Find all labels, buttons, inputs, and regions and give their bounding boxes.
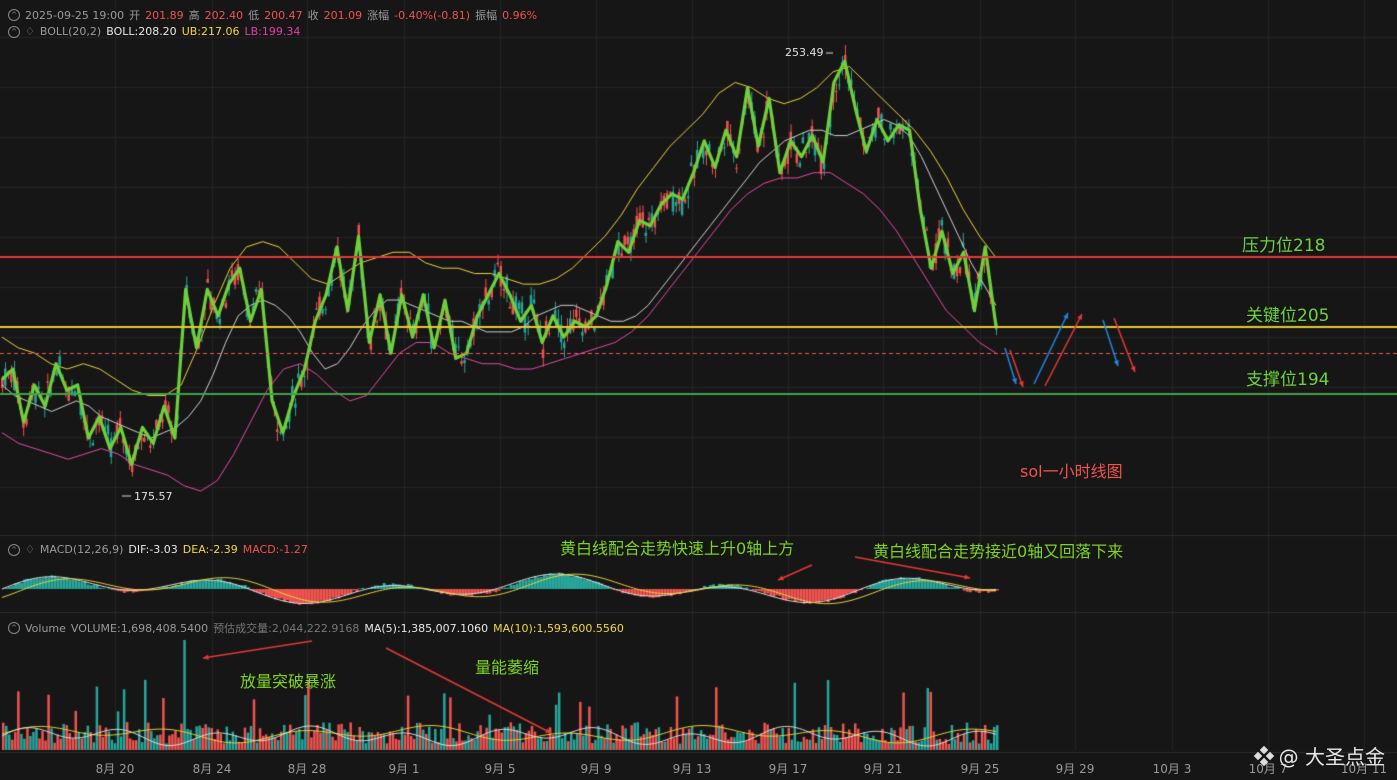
volume-ma5: MA(5):1,385,007.1060 xyxy=(364,621,489,635)
boll-name: BOLL(20,2) xyxy=(39,25,102,38)
change-label: 涨幅 xyxy=(367,9,390,22)
amplitude-label: 振幅 xyxy=(475,9,498,22)
chart-caption: sol一小时线图 xyxy=(1020,462,1123,481)
watermark: @ 大圣点金 xyxy=(1253,741,1385,770)
volume-note-breakout: 放量突破暴涨 xyxy=(240,672,337,691)
open-value: 201.89 xyxy=(145,8,184,22)
high-value: 202.40 xyxy=(204,8,244,22)
key-level-label: 关键位205 xyxy=(1246,306,1330,326)
macd-header: ^ ♢ MACD(12,26,9) DIF:-3.03 DEA:-2.39 MA… xyxy=(8,543,308,556)
x-tick: 9月 13 xyxy=(672,762,712,776)
close-value: 201.09 xyxy=(323,8,363,22)
amplitude-value: 0.96% xyxy=(502,8,538,22)
boll-ub-value: UB:217.06 xyxy=(181,25,240,38)
bell-icon[interactable]: ♢ xyxy=(25,543,35,556)
boll-lb-value: LB:199.34 xyxy=(244,25,301,38)
x-tick: 10月 3 xyxy=(1152,762,1192,776)
high-label: 高 xyxy=(188,9,200,22)
bell-icon[interactable]: ♢ xyxy=(25,25,35,38)
boll-header: ^ ♢ BOLL(20,2) BOLL:208.20 UB:217.06 LB:… xyxy=(8,25,300,38)
ohlc-header: ^ 2025-09-25 19:00 开 201.89 高 202.40 低 2… xyxy=(8,7,537,23)
collapse-icon[interactable]: ^ xyxy=(8,622,20,634)
candlestick-chart-canvas[interactable] xyxy=(0,0,1397,780)
change-value: -0.40%(-0.81) xyxy=(394,8,471,22)
macd-note-rise: 黄白线配合走势快速上升0轴上方 xyxy=(560,539,795,558)
volume-header: ^ Volume VOLUME:1,698,408.5400 预估成交量:2,0… xyxy=(8,620,624,636)
watermark-logo-icon xyxy=(1253,745,1274,766)
macd-dif-value: DIF:-3.03 xyxy=(128,543,178,556)
x-tick: 9月 9 xyxy=(580,762,612,776)
watermark-text: @ 大圣点金 xyxy=(1278,745,1385,769)
x-tick: 8月 20 xyxy=(95,762,135,776)
low-value: 200.47 xyxy=(264,8,303,22)
collapse-icon[interactable]: ^ xyxy=(8,543,20,556)
x-tick: 8月 24 xyxy=(192,762,232,776)
boll-mid-value: BOLL:208.20 xyxy=(106,25,177,38)
macd-dea-value: DEA:-2.39 xyxy=(182,543,238,556)
x-tick: 9月 1 xyxy=(388,762,420,776)
macd-name: MACD(12,26,9) xyxy=(39,543,124,556)
x-tick: 8月 28 xyxy=(287,762,327,776)
low-price-marker: 175.57 xyxy=(134,490,173,503)
bar-date: 2025-09-25 19:00 xyxy=(25,8,125,22)
open-label: 开 xyxy=(129,9,141,22)
x-tick: 9月 29 xyxy=(1055,762,1095,776)
x-tick: 9月 21 xyxy=(863,762,903,776)
low-label: 低 xyxy=(248,9,260,22)
high-price-marker: 253.49 xyxy=(785,46,824,59)
x-tick: 9月 5 xyxy=(484,762,516,776)
x-tick: 9月 25 xyxy=(960,762,1000,776)
collapse-icon[interactable]: ^ xyxy=(8,9,20,21)
volume-note-shrink: 量能萎缩 xyxy=(475,658,540,677)
macd-note-fall: 黄白线配合走势接近0轴又回落下来 xyxy=(873,542,1124,561)
macd-hist-value: MACD:-1.27 xyxy=(242,543,308,556)
resistance-level-label: 压力位218 xyxy=(1242,236,1326,256)
volume-estimate: 预估成交量:2,044,222.9168 xyxy=(213,622,360,635)
volume-value: VOLUME:1,698,408.5400 xyxy=(70,621,209,635)
volume-name: Volume xyxy=(25,621,66,635)
x-tick: 9月 17 xyxy=(768,762,808,776)
close-label: 收 xyxy=(307,9,319,22)
collapse-icon[interactable]: ^ xyxy=(8,25,20,38)
support-level-label: 支撑位194 xyxy=(1246,370,1330,390)
volume-ma10: MA(10):1,593,600.5560 xyxy=(493,621,624,635)
